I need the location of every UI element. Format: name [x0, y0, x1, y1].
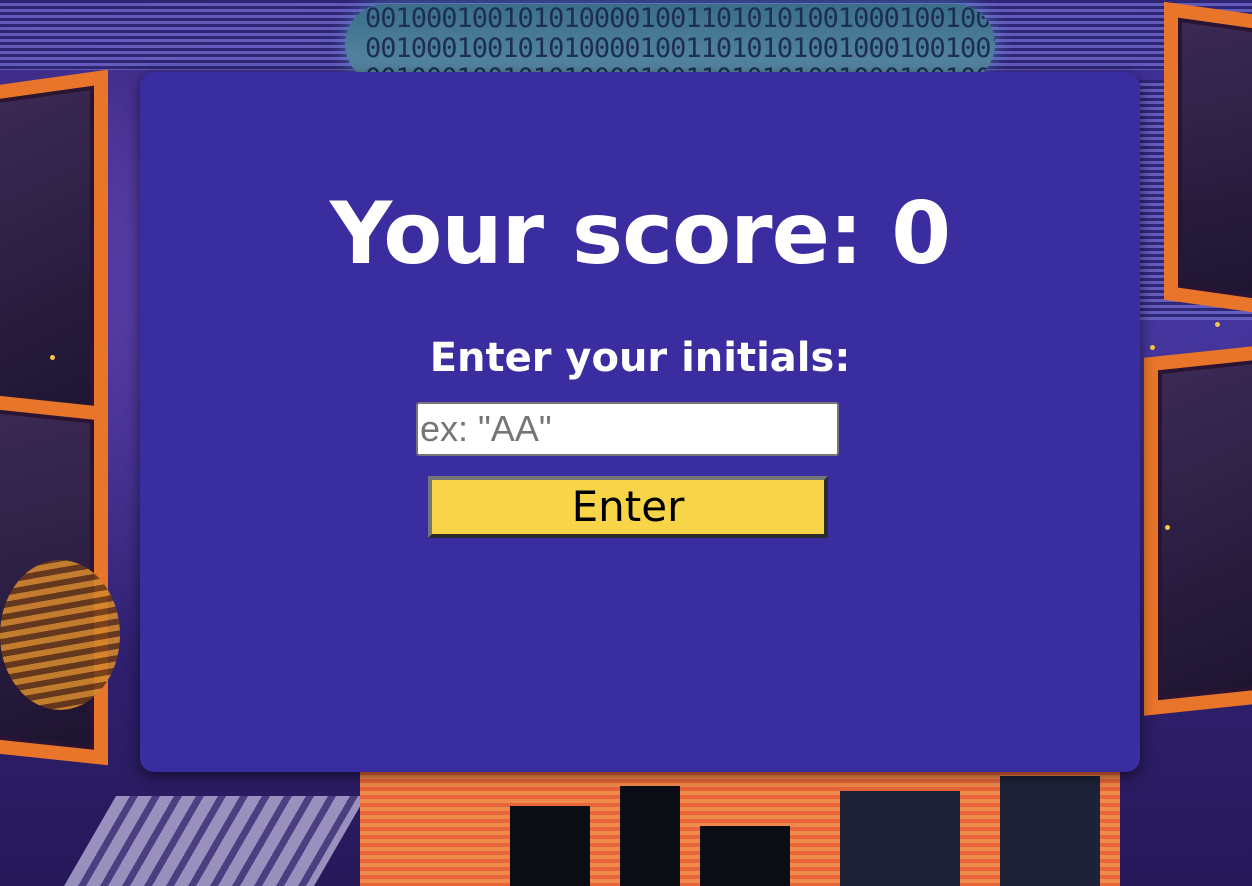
city-skyline-art	[360, 771, 1120, 886]
sparkle-dot	[1215, 322, 1220, 327]
retro-tv-frame	[1164, 1, 1252, 317]
building-silhouette	[1000, 776, 1100, 886]
initials-prompt: Enter your initials:	[429, 335, 851, 381]
sparkle-dot	[50, 355, 55, 360]
phone-cord-art	[0, 560, 120, 710]
retro-tv-frame	[1144, 342, 1252, 716]
sparkle-dot	[1165, 525, 1170, 530]
initials-input[interactable]	[416, 402, 839, 456]
score-card: Your score: 0 Enter your initials: Enter	[140, 72, 1140, 772]
sparkle-dot	[1150, 345, 1155, 350]
building-silhouette	[700, 826, 790, 886]
building-silhouette	[620, 786, 680, 886]
score-heading: Your score: 0	[329, 184, 951, 284]
binary-text: 0010001001010100001001101010100100010010…	[365, 33, 995, 64]
building-silhouette	[510, 806, 590, 886]
building-silhouette	[840, 791, 960, 886]
keyboard-art	[64, 796, 366, 886]
enter-button[interactable]: Enter	[428, 476, 828, 538]
binary-text: 0010001001010100001001101010100100010010…	[365, 4, 995, 34]
